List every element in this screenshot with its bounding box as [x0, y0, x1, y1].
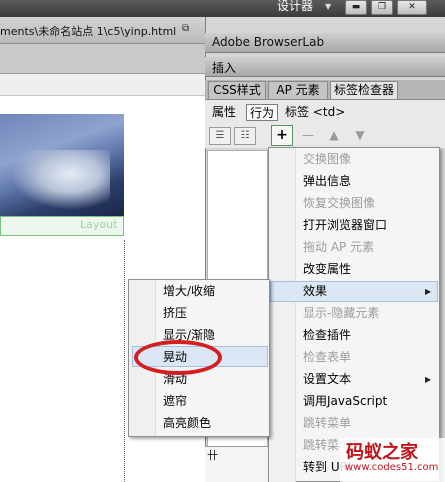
document-path: ments\未命名站点 1\c5\yinp.html — [0, 25, 177, 38]
effect-grow-shrink[interactable]: 增大/收缩 — [163, 281, 263, 301]
menu-item-call-javascript[interactable]: 调用JavaScript — [303, 391, 433, 411]
mountain-snow-shade — [10, 150, 110, 210]
tab-ap-elements[interactable]: AP 元素 — [268, 81, 328, 99]
show-all-events-icon[interactable]: ☷ — [234, 127, 256, 145]
close-button[interactable]: ✕ — [397, 0, 427, 15]
browserlab-title: Adobe BrowserLab — [212, 35, 325, 49]
menu-item-jump-menu[interactable]: 跳转菜单 — [303, 413, 433, 433]
tag-label: 标签 <td> — [285, 105, 346, 119]
watermark-title: 码蚁之家 — [346, 442, 418, 463]
menu-item-check-plugin[interactable]: 检查插件 — [303, 325, 433, 345]
bottom-panel-glyph: 卄 — [207, 449, 218, 462]
minimize-button[interactable]: ▬ — [345, 0, 367, 15]
menu-item-set-text[interactable]: 设置文本 — [303, 369, 433, 389]
menu-item-effects[interactable]: 效果 — [303, 281, 433, 301]
restore-button[interactable]: ❐ — [371, 0, 393, 15]
watermark-url: www.codes51.com — [345, 462, 439, 473]
menu-item-open-browser-window[interactable]: 打开浏览器窗口 — [303, 215, 433, 235]
window-restore-icon[interactable]: ⧉ — [182, 23, 194, 35]
menu-item-popup-message[interactable]: 弹出信息 — [303, 171, 433, 191]
submenu-arrow-icon: ▶ — [425, 375, 432, 384]
subtab-attributes[interactable]: 属性 — [212, 104, 242, 121]
menu-item-change-property[interactable]: 改变属性 — [303, 259, 433, 279]
menu-item-swap-image[interactable]: 交换图像 — [303, 149, 433, 169]
insert-title: 插入 — [212, 61, 237, 75]
show-set-events-icon[interactable]: ☰ — [209, 127, 231, 145]
menu-item-restore-swap-image[interactable]: 恢复交换图像 — [303, 193, 433, 213]
remove-behavior-icon[interactable]: — — [301, 128, 315, 142]
tab-css-styles[interactable]: CSS样式 — [208, 81, 266, 99]
add-behavior-button[interactable]: + — [271, 125, 293, 146]
menu-item-drag-ap-element[interactable]: 拖动 AP 元素 — [303, 237, 433, 257]
cell-ghost-text: Layout — [80, 218, 118, 231]
effect-squish[interactable]: 挤压 — [163, 303, 263, 323]
move-up-icon[interactable]: ▲ — [327, 128, 341, 142]
submenu-arrow-icon: ▶ — [425, 287, 432, 296]
menu-gutter — [269, 148, 296, 482]
subtab-behaviors[interactable]: 行为 — [246, 104, 279, 121]
effect-blind[interactable]: 遮帘 — [163, 391, 263, 411]
menu-item-validate-form[interactable]: 检查表单 — [303, 347, 433, 367]
move-down-icon[interactable]: ▼ — [353, 128, 367, 142]
tab-tag-inspector[interactable]: 标签检查器 — [330, 81, 398, 99]
layout-guide-line — [124, 240, 125, 482]
document-ruler — [0, 74, 205, 96]
annotation-circle — [134, 340, 222, 375]
effect-highlight[interactable]: 高亮颜色 — [163, 413, 263, 433]
chevron-down-icon[interactable]: ▼ — [325, 2, 335, 12]
document-toolbar — [0, 44, 205, 74]
menu-item-show-hide-elements[interactable]: 显示-隐藏元素 — [303, 303, 433, 323]
